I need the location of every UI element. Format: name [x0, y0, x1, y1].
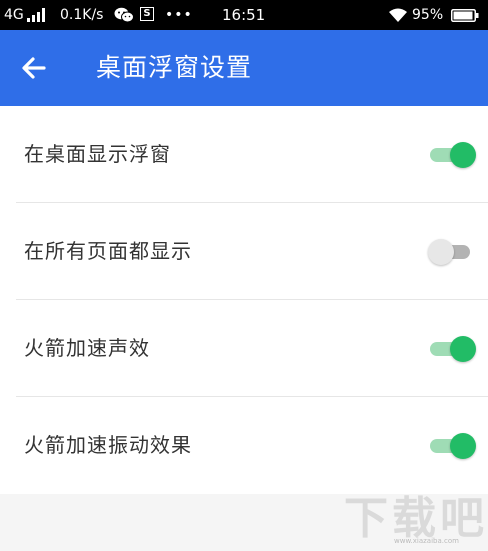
setting-label: 火箭加速振动效果: [24, 433, 192, 457]
setting-row-desktop-float[interactable]: 在桌面显示浮窗: [0, 106, 488, 203]
clock: 16:51: [222, 6, 266, 24]
toggle-switch[interactable]: [428, 336, 476, 362]
app-bar: 桌面浮窗设置: [0, 30, 488, 106]
switch-thumb: [428, 239, 454, 265]
wifi-icon: [389, 8, 407, 22]
setting-label: 火箭加速声效: [24, 336, 150, 360]
s-app-icon: S: [140, 7, 154, 21]
more-notifications-icon: •••: [165, 7, 193, 23]
setting-row-rocket-sound[interactable]: 火箭加速声效: [0, 300, 488, 397]
toggle-switch[interactable]: [428, 142, 476, 168]
network-speed: 0.1K/s: [60, 7, 104, 23]
switch-thumb: [450, 336, 476, 362]
battery-percent: 95%: [412, 7, 444, 23]
switch-thumb: [450, 433, 476, 459]
page-title: 桌面浮窗设置: [96, 53, 253, 82]
switch-thumb: [450, 142, 476, 168]
wechat-icon: [114, 7, 134, 23]
toggle-switch[interactable]: [428, 433, 476, 459]
network-type: 4G: [4, 7, 24, 23]
setting-row-rocket-vibration[interactable]: 火箭加速振动效果: [0, 397, 488, 494]
setting-row-all-pages[interactable]: 在所有页面都显示: [0, 203, 488, 300]
setting-label: 在所有页面都显示: [24, 239, 192, 263]
settings-list: 在桌面显示浮窗 在所有页面都显示 火箭加速声效 火箭加速振动效果: [0, 106, 488, 494]
watermark-url: www.xiazaiba.com: [394, 537, 459, 545]
status-bar: 4G 0.1K/s S ••• 16:51 95%: [0, 0, 488, 30]
setting-label: 在桌面显示浮窗: [24, 142, 171, 166]
signal-icon: [27, 8, 45, 22]
toggle-switch[interactable]: [428, 239, 476, 265]
back-arrow-icon[interactable]: [16, 50, 52, 86]
battery-icon: [451, 9, 479, 22]
watermark: 下载吧 www.xiazaiba.com: [344, 482, 484, 545]
